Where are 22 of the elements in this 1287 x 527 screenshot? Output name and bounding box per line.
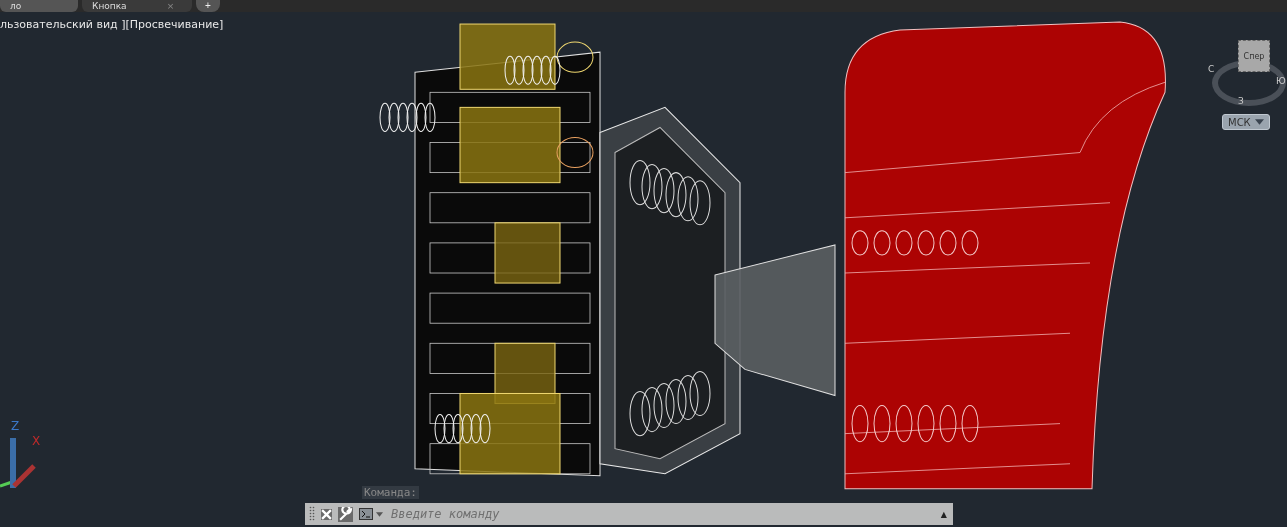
ucs-dropdown[interactable]: МСК bbox=[1222, 114, 1270, 130]
compass-label: С bbox=[1208, 64, 1215, 74]
close-tab-icon[interactable]: × bbox=[166, 1, 175, 11]
wrench-icon[interactable] bbox=[338, 506, 353, 522]
new-tab-button[interactable]: + bbox=[196, 0, 220, 12]
axis-label: X bbox=[32, 434, 41, 448]
prompt-icon bbox=[359, 508, 373, 520]
viewport-label[interactable]: льзовательский вид ][Просвечивание] bbox=[0, 18, 224, 31]
file-tab[interactable]: ло bbox=[0, 0, 78, 12]
view-cube[interactable]: Спер bbox=[1238, 40, 1270, 72]
file-tab[interactable]: Кнопка × bbox=[82, 0, 192, 12]
compass-label: З bbox=[1238, 96, 1244, 106]
caret-icon bbox=[1254, 119, 1264, 125]
command-history: Команда: bbox=[362, 486, 419, 499]
close-icon[interactable] bbox=[321, 508, 332, 520]
history-arrow-button[interactable]: ▲ bbox=[940, 509, 953, 519]
caret-icon bbox=[376, 511, 383, 517]
command-input-field[interactable]: Введите команду bbox=[389, 504, 935, 524]
grip-icon[interactable] bbox=[309, 506, 315, 522]
command-prompt-button[interactable] bbox=[359, 508, 383, 520]
compass-label: Ю bbox=[1276, 76, 1286, 86]
axis-label: Z bbox=[11, 419, 20, 433]
